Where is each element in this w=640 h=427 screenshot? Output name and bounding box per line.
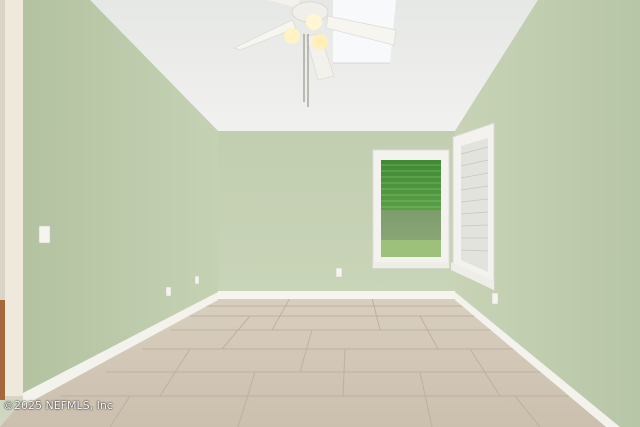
- side-window: [451, 122, 495, 291]
- back-window: [372, 149, 450, 269]
- fan-light-3: [312, 34, 328, 50]
- outlet-left-1: [165, 286, 172, 297]
- light-switch: [38, 225, 51, 244]
- copyright-watermark: ©2025 NEFMLS, Inc: [3, 399, 113, 412]
- room-photo: [0, 0, 640, 427]
- outlet-right: [491, 292, 499, 305]
- doorway-casing: [5, 0, 23, 396]
- outlet-back: [335, 267, 343, 278]
- fan-light-2: [306, 14, 322, 30]
- fan-light-1: [284, 28, 300, 44]
- outlet-left-2: [194, 275, 200, 285]
- baseboard-back: [218, 291, 455, 299]
- doorway-floor: [0, 300, 5, 400]
